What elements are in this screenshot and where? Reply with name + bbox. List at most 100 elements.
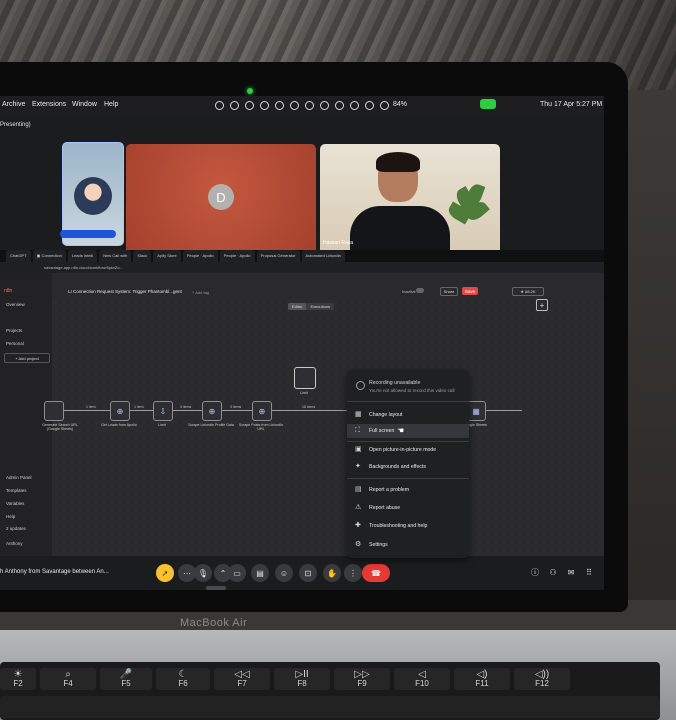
status-icon[interactable]	[380, 100, 389, 110]
menu-item-report-problem[interactable]: ▤ Report a problem	[347, 483, 469, 497]
present-screen-icon[interactable]: ⊡	[299, 564, 317, 582]
status-icon[interactable]	[305, 100, 314, 110]
tile-overlay	[60, 230, 116, 238]
browser-tab[interactable]: Proposal Generator	[256, 250, 300, 262]
status-icon[interactable]	[320, 100, 329, 110]
browser-tab[interactable]: ▣ Connection	[32, 250, 66, 262]
n8n-app: n8n Overview Projects Personal + Add pro…	[0, 273, 604, 583]
keyboard-number-row	[0, 696, 660, 718]
status-icon[interactable]	[245, 100, 254, 110]
add-project-button[interactable]: + Add project	[4, 353, 50, 363]
workflow-node[interactable]: ▦	[466, 401, 486, 421]
browser-tab[interactable]: ChatGPT	[6, 250, 31, 262]
menu-window[interactable]: Window	[72, 101, 97, 108]
plant-photo	[445, 182, 490, 244]
github-star-button[interactable]: ★ 88.2K	[512, 287, 544, 296]
workflow-title[interactable]: LI Connection Request System: Trigger Ph…	[68, 289, 182, 294]
node-label: Limit	[158, 423, 166, 427]
sidebar-item-help[interactable]: Help	[6, 514, 15, 519]
menu-item-change-layout[interactable]: ▦ Change layout	[347, 408, 469, 422]
menubar-clock[interactable]: Thu 17 Apr 5:27 PM	[540, 101, 602, 108]
menu-item-report-abuse[interactable]: ⚠ Report abuse	[347, 501, 469, 515]
keyboard-key: ☾ F6	[156, 668, 210, 690]
sidebar-item-personal[interactable]: Personal	[6, 341, 24, 346]
microphone-icon[interactable]: 🎙	[194, 564, 212, 582]
sidebar-item-admin-panel[interactable]: Admin Panel	[6, 475, 32, 480]
camera-icon[interactable]: ▭	[228, 564, 246, 582]
menu-item-pip[interactable]: ▣ Open picture-in-picture mode	[347, 443, 469, 457]
workflow-node[interactable]	[44, 401, 64, 421]
status-icon[interactable]	[335, 100, 344, 110]
sidebar-item-updates[interactable]: 2 updates	[6, 526, 26, 531]
participant-tile-video[interactable]: Hassan Rasa	[320, 144, 500, 256]
browser-tab[interactable]: Apify Store	[153, 250, 181, 262]
laptop-brand: MacBook Air	[180, 617, 248, 629]
add-tag-button[interactable]: + Add tag	[192, 290, 209, 295]
screen-share-indicator-icon[interactable]	[480, 99, 496, 109]
keyboard-key: ▷▷ F9	[334, 668, 390, 690]
workflow-node[interactable]: ⊕	[252, 401, 272, 421]
fullscreen-icon: ⛶	[355, 427, 360, 434]
status-icon[interactable]	[350, 100, 359, 110]
participant-tile-d[interactable]: D	[126, 144, 316, 256]
menu-help[interactable]: Help	[104, 101, 118, 108]
workflow-node[interactable]	[294, 367, 316, 389]
hang-up-button[interactable]: ☎	[362, 564, 390, 582]
url-text[interactable]: savantage.app.n8n.cloud/workflow/8pkxZo.…	[44, 265, 123, 270]
menu-extensions[interactable]: Extensions	[32, 101, 66, 108]
sidebar-item-overview[interactable]: Overview	[6, 302, 25, 307]
share-button[interactable]: Share	[440, 287, 458, 296]
info-icon[interactable]: ⓘ	[530, 567, 540, 577]
hand-raise-icon[interactable]: ➚	[156, 564, 174, 582]
hinge-notch	[206, 586, 226, 590]
menu-item-troubleshooting[interactable]: ✚ Troubleshooting and help	[347, 519, 469, 533]
n8n-logo[interactable]: n8n	[4, 288, 12, 294]
people-icon[interactable]: ⚇	[548, 567, 558, 577]
inactive-label: Inactive	[402, 289, 416, 294]
tab-editor[interactable]: Editor	[288, 303, 307, 310]
menu-item-full-screen[interactable]: ⛶ Full screen	[347, 424, 469, 438]
menu-item-backgrounds[interactable]: ✦ Backgrounds and effects	[347, 460, 469, 474]
editor-tabs: Editor Executions	[288, 303, 335, 310]
status-icon[interactable]	[290, 100, 299, 110]
workflow-node[interactable]: ⊕	[202, 401, 222, 421]
active-toggle[interactable]	[416, 288, 424, 293]
workflow-canvas[interactable]: Editor Executions + Limit Generate Searc…	[42, 299, 604, 583]
save-button[interactable]: Save	[462, 287, 478, 295]
hand-icon[interactable]: ✋	[323, 564, 341, 582]
captions-icon[interactable]: ▤	[251, 564, 269, 582]
browser-tab[interactable]: People · Apollo	[182, 250, 218, 262]
workflow-header: LI Connection Request System: Trigger Ph…	[52, 273, 604, 299]
browser-tab[interactable]: People · Apollo	[219, 250, 255, 262]
help-icon: ✚	[355, 522, 361, 529]
sidebar-user[interactable]: Anthony	[6, 541, 23, 546]
add-node-button[interactable]: +	[536, 299, 548, 311]
menu-item-settings[interactable]: ⚙ Settings	[347, 538, 469, 552]
menu-archive[interactable]: Archive	[2, 101, 25, 108]
activities-icon[interactable]: ⠿	[584, 567, 594, 577]
address-bar[interactable]: savantage.app.n8n.cloud/workflow/8pkxZo.…	[0, 262, 604, 273]
status-icon[interactable]	[215, 100, 224, 110]
sidebar-item-templates[interactable]: Templates	[6, 488, 27, 493]
emoji-icon[interactable]: ☺	[275, 564, 293, 582]
status-icon[interactable]	[365, 100, 374, 110]
tab-executions[interactable]: Executions	[306, 303, 334, 310]
status-icon[interactable]	[230, 100, 239, 110]
status-icon[interactable]	[260, 100, 269, 110]
keyboard-key: ◁ F10	[394, 668, 450, 690]
sidebar-item-variables[interactable]: Variables	[6, 501, 24, 506]
browser-tab[interactable]: New Call with	[99, 250, 132, 262]
browser-tab[interactable]: Automated Linkedin	[301, 250, 345, 262]
workflow-node[interactable]: ⇩	[153, 401, 173, 421]
keyboard-key: ☀ F2	[0, 668, 36, 690]
browser-tab[interactable]: Leads Intelli	[67, 250, 98, 262]
workflow-node[interactable]: ⊕	[110, 401, 130, 421]
chat-icon[interactable]: ✉	[566, 567, 576, 577]
recording-status: Recording unavailable	[369, 380, 421, 386]
browser-tab[interactable]: Slack	[133, 250, 152, 262]
effects-icon: ✦	[355, 463, 361, 470]
keyboard: ☀ F2 ⌕ F4 🎤 F5 ☾ F6 ◁◁ F7 ▷II F8 ▷▷ F9 ◁ F10 ◁) F…	[0, 662, 660, 720]
status-icon[interactable]	[275, 100, 284, 110]
node-label: Generate Search URL (Google Sheets)	[42, 423, 78, 431]
more-options-icon[interactable]: ⋮	[344, 564, 362, 582]
